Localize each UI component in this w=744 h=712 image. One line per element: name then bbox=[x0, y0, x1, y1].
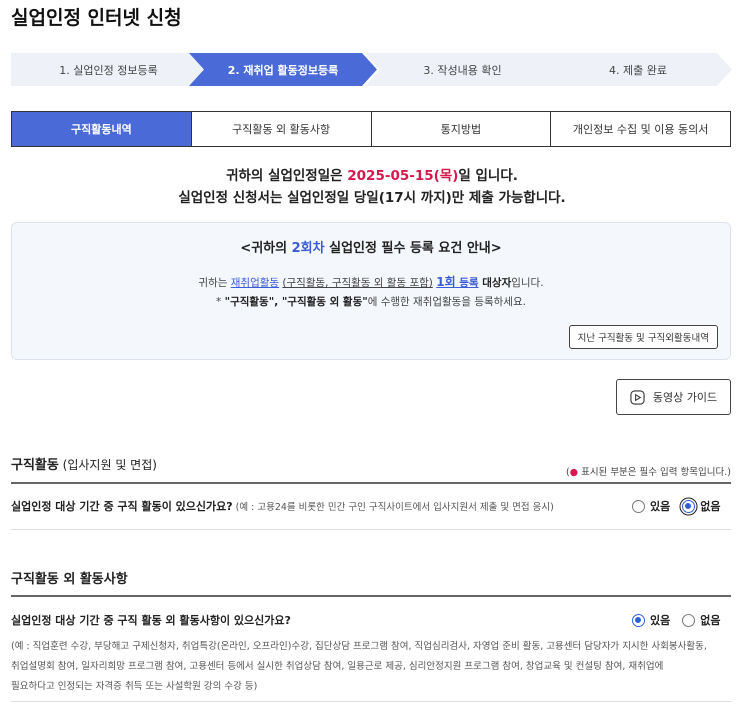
tab-job-search[interactable]: 구직활동내역 bbox=[12, 112, 191, 146]
page-title: 실업인정 인터넷 신청 bbox=[11, 7, 182, 29]
step-3: 3. 작성내용 확인 bbox=[365, 53, 560, 86]
video-guide-label: 동영상 가이드 bbox=[652, 391, 718, 404]
step-1-label: 1. 실업인정 정보등록 bbox=[59, 63, 158, 77]
other-activities-yes-option[interactable]: 있음 bbox=[632, 612, 670, 628]
tab-bar: 구직활동내역 구직활동 외 활동사항 통지방법 개인정보 수집 및 이용 동의서 bbox=[11, 111, 731, 147]
section-other-activities-title: 구직활동 외 활동사항 bbox=[11, 572, 128, 587]
other-activities-radio-group: 있음 없음 bbox=[632, 612, 721, 628]
section2-divider bbox=[11, 595, 731, 597]
step-4-label: 4. 제출 완료 bbox=[609, 63, 667, 77]
step-progress: 1. 실업인정 정보등록 2. 재취업 활동정보등록 3. 작성내용 확인 4.… bbox=[11, 53, 732, 86]
notice-line1: 귀하의 실업인정일은 2025-05-15(목)일 입니다. bbox=[226, 168, 518, 184]
reemployment-link[interactable]: 재취업활동 bbox=[231, 277, 279, 289]
guide-line1: 귀하는 재취업활동 (구직활동, 구직활동 외 활동 포함) 1회 등록 대상자… bbox=[198, 275, 544, 289]
required-count[interactable]: 1회 등록 bbox=[436, 275, 478, 289]
other-activities-examples: (예 : 직업훈련 수강, 부당해고 구제신청자, 취업특강(온라인, 오프라인… bbox=[11, 641, 707, 692]
step-2-label: 2. 재취업 활동정보등록 bbox=[227, 63, 339, 77]
step-4: 4. 제출 완료 bbox=[544, 53, 732, 86]
step-1: 1. 실업인정 정보등록 bbox=[11, 53, 206, 86]
requirement-guide-box: <귀하의 2회차 실업인정 필수 등록 요건 안내> 귀하는 재취업활동 (구직… bbox=[11, 222, 731, 360]
step-3-label: 3. 작성내용 확인 bbox=[423, 63, 502, 77]
section1-bottom-divider bbox=[11, 529, 731, 530]
past-activity-history-button[interactable]: 지난 구직활동 및 구직외활동내역 bbox=[568, 325, 718, 349]
required-dot-icon: ● bbox=[569, 467, 579, 478]
required-note: (● 표시된 부분은 필수 입력 항목입니다.) bbox=[566, 467, 731, 478]
notice-line2: 실업인정 신청서는 실업인정일 당일(17시 까지)만 제출 가능합니다. bbox=[178, 190, 566, 206]
job-search-yes-radio[interactable] bbox=[632, 499, 645, 513]
recognition-date: 2025-05-15(목) bbox=[347, 168, 459, 184]
video-guide-button[interactable]: 동영상 가이드 bbox=[616, 379, 731, 415]
round-count: 2회차 bbox=[291, 241, 325, 256]
other-activities-question: 실업인정 대상 기간 중 구직 활동 외 활동사항이 있으신가요? bbox=[11, 614, 291, 627]
play-icon bbox=[630, 389, 645, 405]
tab-other-activities[interactable]: 구직활동 외 활동사항 bbox=[190, 112, 371, 146]
step-2: 2. 재취업 활동정보등록 bbox=[189, 53, 377, 86]
job-search-no-radio[interactable] bbox=[682, 499, 696, 513]
job-search-question: 실업인정 대상 기간 중 구직 활동이 있으신가요? (예 : 고용24를 비롯… bbox=[11, 500, 554, 513]
other-activities-no-option[interactable]: 없음 bbox=[682, 612, 721, 628]
tab-privacy-consent[interactable]: 개인정보 수집 및 이용 동의서 bbox=[550, 112, 730, 146]
section2-bottom-divider bbox=[11, 701, 731, 702]
job-search-yes-option[interactable]: 있음 bbox=[632, 498, 670, 514]
guide-title: <귀하의 2회차 실업인정 필수 등록 요건 안내> bbox=[240, 241, 502, 256]
guide-line2: * "구직활동", "구직활동 외 활동"에 수행한 재취업활동을 등록하세요. bbox=[216, 296, 526, 308]
section1-divider bbox=[11, 482, 731, 484]
section-job-search-title: 구직활동 (입사지원 및 면접) bbox=[11, 458, 157, 473]
other-activities-yes-radio[interactable] bbox=[632, 613, 645, 627]
tab-notification[interactable]: 통지방법 bbox=[370, 112, 551, 146]
job-search-radio-group: 있음 없음 bbox=[632, 498, 721, 514]
job-search-no-option[interactable]: 없음 bbox=[682, 498, 721, 514]
notice: 귀하의 실업인정일은 2025-05-15(목)일 입니다. 실업인정 신청서는… bbox=[0, 165, 744, 209]
other-activities-no-radio[interactable] bbox=[682, 613, 696, 627]
